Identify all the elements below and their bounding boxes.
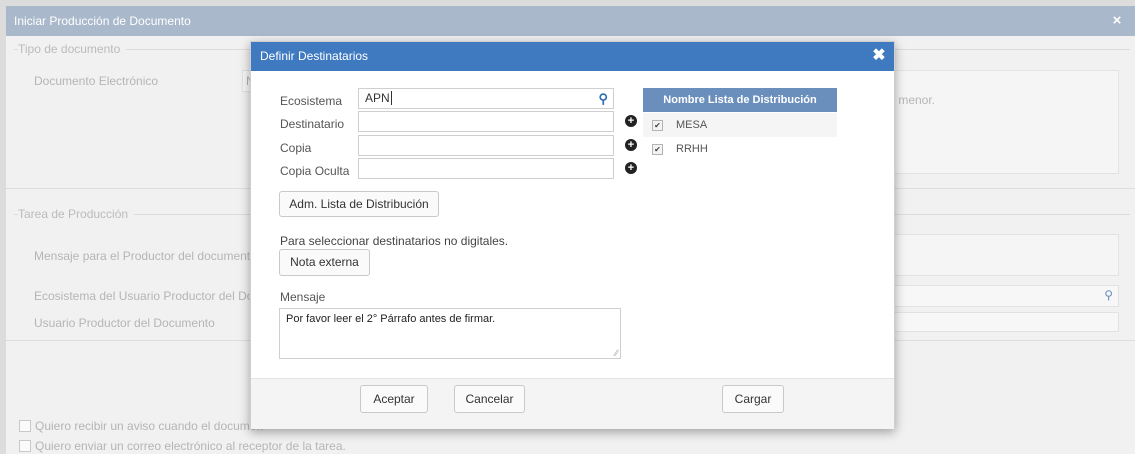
list-item[interactable]: ✔ RRHH — [643, 137, 837, 161]
hint-box: r menor. — [891, 70, 1119, 174]
ecosistema-productor-field[interactable]: ⚲ — [893, 285, 1119, 307]
list-item[interactable]: ✔ MESA — [643, 113, 837, 137]
nota-externa-button[interactable]: Nota externa — [279, 249, 370, 276]
background-title: Iniciar Producción de Documento — [6, 6, 1135, 36]
ecosistema-value: APN — [365, 91, 390, 105]
aviso-check-label: Quiero recibir un aviso cuando el docume… — [35, 419, 264, 433]
copia-label: Copia — [280, 141, 312, 155]
rrhh-checkbox[interactable]: ✔ — [652, 144, 663, 155]
hint-text: r menor. — [891, 93, 936, 107]
add-copia-oculta-icon[interactable]: + — [625, 162, 637, 174]
ecosistema-productor-label: Ecosistema del Usuario Productor del Doc — [34, 289, 260, 303]
search-icon[interactable]: ⚲ — [1104, 288, 1113, 302]
search-icon[interactable]: ⚲ — [598, 91, 608, 107]
cancelar-button[interactable]: Cancelar — [454, 385, 525, 413]
dialog-footer: Aceptar Cancelar Cargar — [251, 378, 894, 429]
tipo-legend: Tipo de documento — [18, 42, 127, 56]
ecosistema-input[interactable]: APN​ ⚲ — [358, 88, 614, 109]
add-copia-icon[interactable]: + — [625, 139, 637, 151]
definir-destinatarios-dialog: Definir Destinatarios ✖ Ecosistema APN​ … — [250, 41, 895, 429]
mensaje-productor-label: Mensaje para el Productor del documento — [34, 249, 257, 263]
mensaje-value: Por favor leer el 2° Párrafo antes de fi… — [286, 313, 496, 325]
correo-checkbox[interactable] — [19, 440, 31, 452]
copia-oculta-label: Copia Oculta — [280, 164, 350, 178]
mesa-checkbox[interactable]: ✔ — [652, 120, 663, 131]
destinatario-input[interactable] — [358, 111, 614, 132]
aceptar-button[interactable]: Aceptar — [360, 385, 428, 413]
destinatario-label: Destinatario — [280, 117, 345, 131]
correo-check-label: Quiero enviar un correo electrónico al r… — [35, 439, 346, 453]
cargar-button[interactable]: Cargar — [722, 385, 784, 413]
aviso-checkbox[interactable] — [19, 420, 31, 432]
resize-handle-icon[interactable]: ∕∕ — [615, 348, 618, 358]
no-digital-text: Para seleccionar destinatarios no digita… — [280, 234, 509, 248]
text-cursor: ​ — [390, 91, 392, 105]
adm-lista-distribucion-button[interactable]: Adm. Lista de Distribución — [279, 191, 439, 217]
documento-label: Documento Electrónico — [34, 74, 159, 88]
mensaje-textarea[interactable]: Por favor leer el 2° Párrafo antes de fi… — [279, 308, 621, 359]
mensaje-productor-field[interactable] — [893, 234, 1119, 276]
tarea-legend: Tarea de Producción — [18, 207, 135, 221]
add-destinatario-icon[interactable]: + — [625, 115, 637, 127]
copia-oculta-input[interactable] — [358, 158, 614, 179]
close-icon[interactable]: ✖ — [868, 42, 890, 71]
copia-input[interactable] — [358, 135, 614, 156]
ecosistema-label: Ecosistema — [280, 94, 343, 108]
lista-table-header: Nombre Lista de Distribución — [643, 88, 837, 112]
mesa-label: MESA — [676, 119, 708, 131]
rrhh-label: RRHH — [676, 143, 708, 155]
usuario-productor-label: Usuario Productor del Documento — [34, 316, 215, 330]
usuario-productor-field[interactable] — [893, 312, 1119, 332]
background-close-icon[interactable]: × — [1105, 6, 1129, 36]
dialog-header: Definir Destinatarios — [251, 42, 894, 71]
mensaje-label: Mensaje — [280, 290, 326, 304]
dialog-title: Definir Destinatarios — [260, 49, 369, 63]
